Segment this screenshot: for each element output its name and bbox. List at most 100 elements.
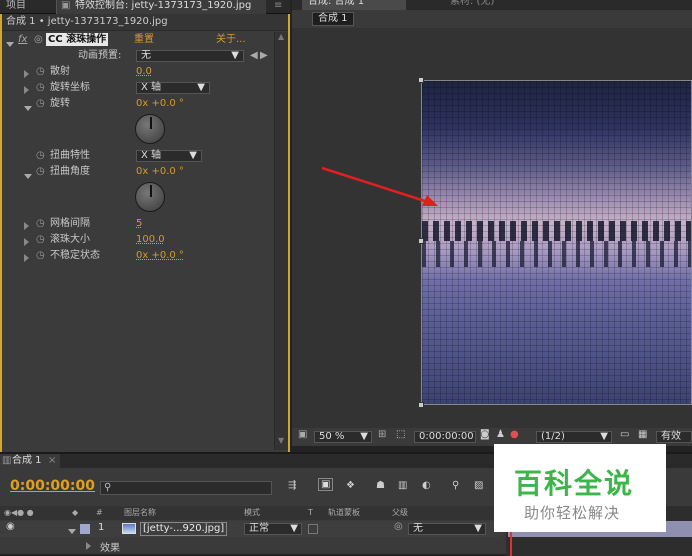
about-link[interactable]: 关于...	[216, 32, 246, 48]
region-of-interest-icon[interactable]: ⬚	[396, 429, 405, 440]
stopwatch-icon[interactable]: ◷	[36, 164, 45, 180]
preset-next-icon[interactable]: ▶	[260, 48, 268, 64]
chevron-down-icon: ▼	[360, 431, 368, 442]
rotate-axis-dropdown[interactable]: X 轴 ▼	[136, 82, 210, 94]
fast-preview-icon[interactable]: ▭	[620, 429, 629, 440]
prop-row-twist-property[interactable]: ◷ 扭曲特性 X 轴 ▼	[2, 148, 290, 164]
preset-dropdown[interactable]: 无 ▼	[136, 50, 244, 62]
prop-value[interactable]: 0x +0.0 °	[136, 96, 184, 112]
view-dropdown[interactable]: 有效	[656, 431, 692, 443]
expand-icon[interactable]	[24, 169, 32, 185]
prop-row-grid-spacing[interactable]: ◷ 网格间隔 5	[2, 216, 290, 232]
prop-value[interactable]: 0x +0.0 °	[136, 248, 184, 264]
stopwatch-icon[interactable]: ◷	[36, 96, 45, 112]
prop-row-twist-angle[interactable]: ◷ 扭曲角度 0x +0.0 °	[2, 164, 290, 180]
timecode-field[interactable]: 0:00:00:00	[414, 431, 476, 443]
tab-timeline-comp[interactable]: ▥ 合成 1 ×	[0, 454, 60, 468]
stopwatch-icon[interactable]: ◷	[36, 216, 45, 232]
stopwatch-icon[interactable]: ◷	[36, 232, 45, 248]
snapshot-icon[interactable]: ◙	[480, 429, 490, 440]
effect-header[interactable]: fx ◎ CC 滚珠操作 重置 关于...	[2, 32, 290, 48]
graph-editor-icon[interactable]: ⚲	[452, 480, 459, 491]
prop-value[interactable]: 0.0	[136, 64, 152, 80]
comp-subtab[interactable]: 合成 1	[312, 12, 354, 26]
effects-panel-tabbar: 项目 ▣ 特效控制台: jetty-1373173_1920.jpg ≡	[0, 0, 290, 14]
live-update-icon[interactable]: ▣	[318, 478, 334, 491]
shy-icon[interactable]: ☗	[376, 480, 385, 491]
close-icon[interactable]: ×	[48, 454, 56, 468]
comp-mini-flowchart-icon[interactable]: ⇶	[288, 480, 296, 491]
prop-value[interactable]: 100.0	[136, 232, 165, 248]
timeline-timecode[interactable]: 0:00:00:00	[10, 478, 95, 494]
tab-composition[interactable]: 合成: 合成 1	[302, 0, 406, 10]
frame-blending-icon[interactable]: ▥	[398, 480, 407, 491]
layer-name[interactable]: [jetty-...920.jpg]	[140, 522, 228, 536]
jetty-silhouette	[422, 221, 691, 241]
layer-expand-icon[interactable]	[68, 526, 76, 537]
prop-row-instability[interactable]: ◷ 不稳定状态 0x +0.0 °	[2, 248, 290, 264]
prop-value[interactable]: 5	[136, 216, 142, 232]
timeline-column-headers: ◉◀● ● ◆ # 图层名称 模式 T 轨道蒙板 父级	[0, 506, 500, 520]
stopwatch-icon[interactable]: ◷	[36, 248, 45, 264]
layer-search-input[interactable]: ⚲	[100, 481, 272, 495]
bounds-handle[interactable]	[418, 77, 424, 83]
zoom-dropdown[interactable]: 50 % ▼	[314, 431, 372, 443]
reset-link[interactable]: 重置	[134, 32, 154, 48]
stopwatch-icon[interactable]: ◷	[36, 148, 45, 164]
layer-mode-dropdown[interactable]: 正常 ▼	[244, 523, 302, 535]
layer-row[interactable]: ◉ 1 [jetty-...920.jpg] 正常 ▼ ◎ 无 ▼	[0, 521, 500, 537]
effects-group-row[interactable]: 效果	[0, 538, 500, 554]
timeline-tab-icon: ▥	[2, 455, 12, 466]
bounds-handle[interactable]	[418, 402, 424, 408]
prop-value[interactable]: 0x +0.0 °	[136, 164, 184, 180]
watermark-title: 百科全说	[514, 467, 635, 500]
show-snapshot-icon[interactable]: ♟	[496, 429, 505, 440]
prop-row-rotate-axis[interactable]: ◷ 旋转坐标 X 轴 ▼	[2, 80, 290, 96]
breadcrumb: 合成 1 • jetty-1373173_1920.jpg	[2, 14, 288, 31]
expand-icon[interactable]	[86, 542, 91, 553]
resolution-dropdown[interactable]: (1/2) ▼	[536, 431, 612, 443]
channel-icon[interactable]: ●	[510, 429, 519, 440]
panel-menu-icon[interactable]: ≡	[274, 0, 282, 13]
tab-footage[interactable]: 素材: (无)	[450, 0, 494, 9]
prop-row-rotate[interactable]: ◷ 旋转 0x +0.0 °	[2, 96, 290, 112]
comp-tabbar: 合成: 合成 1 素材: (无)	[292, 0, 692, 10]
twist-property-dropdown[interactable]: X 轴 ▼	[136, 150, 202, 162]
comp-viewer-image[interactable]	[421, 80, 692, 405]
comp-subtab-label: 合成 1	[318, 13, 348, 24]
effects-tab-label: 特效控制台: jetty-1373173_1920.jpg	[75, 0, 252, 11]
prop-row-scatter[interactable]: ◷ 散射 0.0	[2, 64, 290, 80]
fx-icon[interactable]: fx	[18, 32, 27, 48]
prop-row-ball-size[interactable]: ◷ 滚珠大小 100.0	[2, 232, 290, 248]
transparency-grid-icon[interactable]: ▦	[638, 429, 647, 440]
expand-icon[interactable]	[24, 101, 32, 117]
scroll-down-icon[interactable]: ▼	[278, 436, 284, 445]
tab-effects-controls[interactable]: ▣ 特效控制台: jetty-1373173_1920.jpg	[56, 0, 266, 14]
always-preview-icon[interactable]: ▣	[298, 429, 307, 440]
expand-icon[interactable]	[24, 252, 29, 268]
prop-label: 滚珠大小	[50, 234, 90, 245]
bounds-handle[interactable]	[418, 238, 424, 244]
twist-angle-dial[interactable]	[135, 182, 165, 212]
stopwatch-icon[interactable]: ◷	[36, 64, 45, 80]
preserve-transparency-box[interactable]	[308, 524, 318, 534]
watermark-box: 百科全说 助你轻松解决	[494, 444, 666, 532]
rotate-dial[interactable]	[135, 114, 165, 144]
breadcrumb-text: 合成 1 • jetty-1373173_1920.jpg	[6, 16, 168, 27]
safe-margins-icon[interactable]: ⊞	[378, 429, 386, 440]
draft-3d-icon[interactable]: ❖	[346, 480, 355, 491]
prop-label: 散射	[50, 66, 70, 77]
parent-value: 无	[413, 523, 423, 534]
brainstorm-icon[interactable]: ▨	[474, 480, 483, 491]
effects-scrollbar[interactable]: ▲ ▼	[274, 32, 288, 450]
parent-dropdown[interactable]: 无 ▼	[408, 523, 486, 535]
tab-project[interactable]: 项目	[6, 0, 26, 13]
motion-blur-icon[interactable]: ◐	[422, 480, 431, 491]
effect-toggle-icon[interactable]: ◎	[34, 32, 43, 48]
parent-pickwhip-icon[interactable]: ◎	[394, 521, 403, 532]
scroll-up-icon[interactable]: ▲	[278, 32, 284, 41]
label-color-swatch[interactable]	[80, 524, 90, 534]
eye-icon[interactable]: ◉	[6, 521, 15, 532]
stopwatch-icon[interactable]: ◷	[36, 80, 45, 96]
preset-prev-icon[interactable]: ◀	[250, 48, 258, 64]
